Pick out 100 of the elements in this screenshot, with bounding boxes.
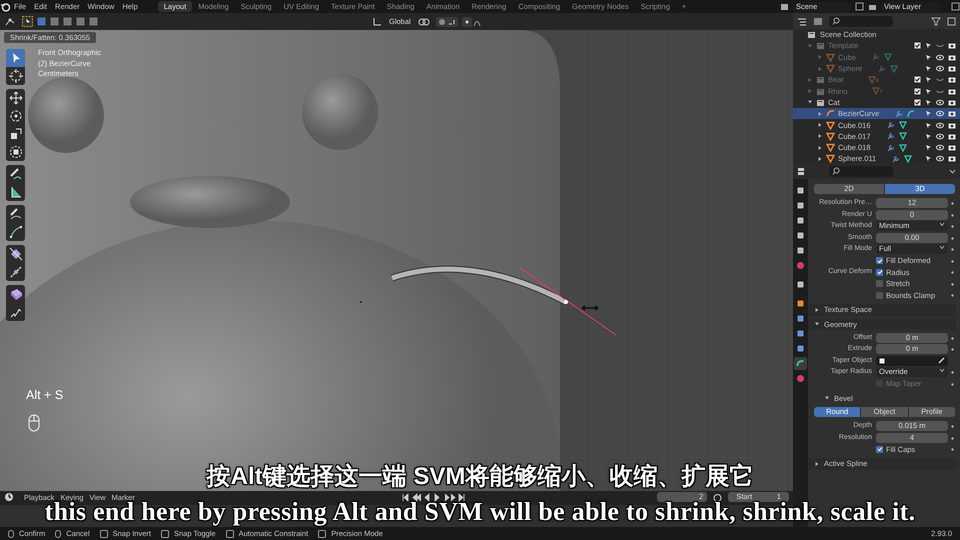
- object-field[interactable]: [876, 356, 948, 366]
- properties-tab[interactable]: [794, 372, 807, 385]
- keyframe-dot-icon[interactable]: [950, 236, 954, 240]
- key-hint: Alt + S: [26, 388, 64, 403]
- filter-icon[interactable]: [931, 16, 943, 26]
- search-icon: [832, 167, 840, 175]
- keyframe-dot-icon[interactable]: [950, 448, 954, 452]
- new-collection-icon[interactable]: [947, 16, 956, 26]
- eyedropper-icon: [938, 357, 945, 364]
- camera-icon[interactable]: [948, 132, 956, 140]
- camera-icon[interactable]: [948, 88, 956, 95]
- collapsed-arrow-icon[interactable]: [817, 144, 823, 151]
- link-icon[interactable]: [418, 16, 432, 26]
- eye-icon[interactable]: [936, 144, 944, 152]
- square-icon: [796, 299, 805, 308]
- tilt-icon: [8, 264, 24, 280]
- mouse-button-icon: [55, 530, 62, 538]
- curve-pen-icon: [8, 224, 24, 240]
- tool-button[interactable]: [6, 285, 25, 303]
- shrink-icon: [8, 246, 24, 262]
- expanded-arrow-icon[interactable]: [807, 99, 813, 106]
- eye-icon[interactable]: [936, 122, 944, 129]
- eye-icon[interactable]: [936, 132, 944, 140]
- axes-icon[interactable]: [372, 16, 382, 26]
- key-icon: [100, 530, 108, 538]
- keyframe-dot-icon[interactable]: [950, 436, 954, 440]
- keyframe-dot-icon[interactable]: [950, 371, 954, 374]
- caret-icon: [939, 244, 945, 250]
- tool-button[interactable]: [6, 223, 25, 241]
- checked-checkbox-icon[interactable]: [914, 98, 921, 106]
- tool-button[interactable]: [6, 143, 25, 161]
- display-mode-icon[interactable]: [797, 16, 809, 26]
- copy-icon[interactable]: [951, 2, 960, 11]
- pencil-icon: [8, 166, 24, 182]
- subtitle-text: 按Alt键选择这一端 SVM将能够缩小、收缩、扩展它: [206, 465, 754, 489]
- eye-icon[interactable]: [936, 98, 944, 106]
- keyframe-dot-icon[interactable]: [950, 382, 954, 386]
- keyframe-dot-icon[interactable]: [950, 260, 954, 263]
- eye-icon[interactable]: [936, 54, 944, 61]
- tool-button[interactable]: [6, 89, 25, 107]
- checked-checkbox-icon[interactable]: [914, 76, 921, 84]
- checked-checkbox-icon[interactable]: [914, 42, 921, 50]
- collapsed-arrow-icon[interactable]: [817, 110, 823, 117]
- cursor-icon: [8, 68, 24, 84]
- sphere-icon: [796, 374, 805, 383]
- collapsed-arrow-icon[interactable]: [817, 156, 823, 162]
- key-icon: [226, 530, 234, 538]
- curve-data-icon: [796, 359, 805, 368]
- camera-icon[interactable]: [948, 110, 956, 118]
- collapsed-arrow-icon[interactable]: [814, 306, 820, 313]
- keyframe-dot-icon[interactable]: [950, 282, 954, 286]
- camera-icon[interactable]: [948, 65, 956, 72]
- copy-icon[interactable]: [855, 2, 864, 11]
- eye-icon[interactable]: [936, 110, 944, 118]
- camera-icon[interactable]: [948, 76, 956, 84]
- tool-button[interactable]: [6, 67, 25, 85]
- properties-tab[interactable]: [794, 259, 807, 272]
- tool-button[interactable]: [6, 245, 25, 263]
- properties-tab[interactable]: [794, 357, 807, 370]
- keyframe-dot-icon[interactable]: [950, 348, 954, 352]
- key-icon: [160, 530, 169, 538]
- search-field[interactable]: [829, 16, 893, 26]
- blender-logo-icon[interactable]: [0, 2, 10, 12]
- checkmark-icon: [876, 446, 882, 452]
- caret-icon: [939, 367, 945, 374]
- eye-icon[interactable]: [936, 155, 944, 162]
- collapsed-arrow-icon[interactable]: [814, 460, 820, 467]
- closed-eye-icon[interactable]: [936, 76, 944, 84]
- keyframe-dot-icon[interactable]: [950, 214, 954, 217]
- expanded-arrow-icon[interactable]: [824, 395, 830, 402]
- camera-icon[interactable]: [948, 98, 956, 106]
- keyframe-dot-icon[interactable]: [950, 271, 954, 274]
- keyframe-dot-icon[interactable]: [950, 225, 954, 228]
- stopwatch-icon[interactable]: [713, 492, 722, 502]
- curve-data-icon: [907, 110, 916, 118]
- proportional-icon[interactable]: [462, 16, 482, 26]
- collapsed-arrow-icon[interactable]: [817, 133, 823, 140]
- collapsed-arrow-icon[interactable]: [817, 122, 823, 128]
- keyframe-dot-icon[interactable]: [950, 202, 954, 206]
- checked-checkbox-icon[interactable]: [914, 88, 921, 95]
- camera-icon[interactable]: [948, 42, 956, 50]
- camera-icon[interactable]: [948, 54, 956, 61]
- camera-icon[interactable]: [948, 122, 956, 129]
- curve-icon: [826, 109, 835, 118]
- rotate-icon: [8, 108, 24, 124]
- caret-icon: [939, 221, 945, 228]
- curve-draw-icon: [8, 206, 24, 222]
- closed-eye-icon[interactable]: [936, 42, 944, 50]
- snap-icon[interactable]: [436, 16, 458, 26]
- eye-icon[interactable]: [936, 65, 944, 72]
- keyframe-dot-icon[interactable]: [950, 294, 954, 298]
- camera-icon[interactable]: [948, 144, 956, 152]
- camera-icon[interactable]: [948, 155, 956, 162]
- keyframe-dot-icon[interactable]: [950, 425, 954, 428]
- closed-eye-icon[interactable]: [936, 88, 944, 95]
- expanded-arrow-icon[interactable]: [814, 321, 820, 328]
- keyframe-dot-icon[interactable]: [950, 248, 954, 252]
- keyframe-dot-icon[interactable]: [950, 336, 954, 340]
- select-tool-icon[interactable]: [22, 16, 33, 27]
- search-field[interactable]: [829, 166, 893, 176]
